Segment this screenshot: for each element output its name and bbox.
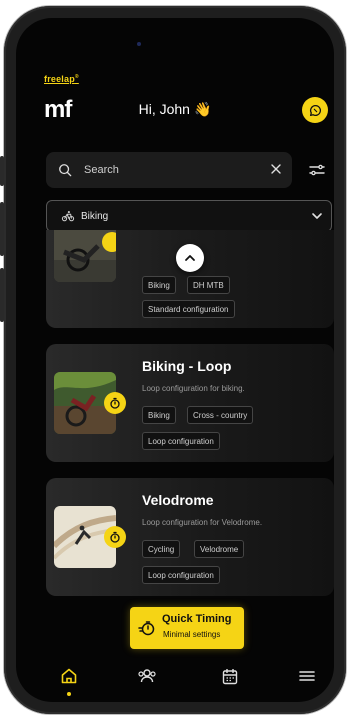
quick-timing-button[interactable]: Quick Timing Minimal settings (130, 607, 244, 649)
nav-home[interactable] (57, 664, 81, 688)
tag: Biking (142, 406, 176, 424)
nav-users[interactable] (135, 664, 159, 688)
sport-select-value: Biking (81, 210, 109, 222)
volume-up-button (0, 202, 4, 256)
stopwatch-icon (104, 526, 126, 548)
freelap-logo: freelap® (44, 74, 79, 84)
search-icon (59, 164, 72, 177)
chevron-up-icon (185, 255, 195, 261)
users-icon (138, 669, 156, 683)
stopwatch-icon (138, 621, 155, 636)
calendar-icon (222, 668, 238, 684)
tag: Standard configuration (142, 300, 235, 318)
quick-timing-title: Quick Timing (162, 613, 232, 625)
nav-menu[interactable] (295, 664, 319, 688)
phone-frame: freelap® mf Hi, John👋 Biking Bik (0, 6, 346, 714)
wave-emoji-icon: 👋 (193, 101, 212, 117)
filter-settings-button[interactable] (302, 152, 332, 188)
search-bar (46, 152, 292, 188)
card-thumbnail (54, 230, 116, 282)
config-card[interactable]: Biking - Loop Loop configuration for bik… (46, 344, 334, 462)
config-card[interactable]: Velodrome Loop configuration for Velodro… (46, 478, 334, 596)
bike-rider-icon (61, 211, 75, 222)
search-input[interactable] (82, 163, 256, 177)
clear-icon[interactable] (270, 163, 282, 175)
chat-button[interactable] (302, 97, 328, 123)
tag: Loop configuration (142, 566, 220, 584)
quick-timing-subtitle: Minimal settings (163, 630, 221, 639)
card-title: Biking - Loop (142, 358, 232, 374)
tag: DH MTB (187, 276, 230, 294)
sliders-icon (309, 164, 325, 176)
tag: Loop configuration (142, 432, 220, 450)
chevron-down-icon (312, 213, 322, 219)
tag: Biking (142, 276, 176, 294)
card-description: Loop configuration for Velodrome. (142, 518, 263, 527)
sport-select[interactable]: Biking (46, 200, 332, 232)
bottom-nav (16, 658, 334, 702)
active-indicator (67, 692, 71, 696)
menu-icon (299, 671, 315, 681)
card-description: Loop configuration for biking. (142, 384, 245, 393)
nav-calendar[interactable] (218, 664, 242, 688)
app-screen: freelap® mf Hi, John👋 Biking Bik (16, 18, 334, 702)
scroll-up-button[interactable] (176, 244, 204, 272)
chat-bubble-icon (309, 104, 321, 116)
greeting: Hi, John 👋 (138, 101, 212, 117)
home-icon (61, 668, 77, 684)
camera-dot (137, 42, 141, 46)
tag: Cycling (142, 540, 181, 558)
stopwatch-icon (104, 392, 126, 414)
tag: Cross - country (187, 406, 254, 424)
card-title: Velodrome (142, 492, 214, 508)
mute-switch (0, 156, 4, 186)
tag: Velodrome (194, 540, 245, 558)
volume-down-button (0, 268, 4, 322)
